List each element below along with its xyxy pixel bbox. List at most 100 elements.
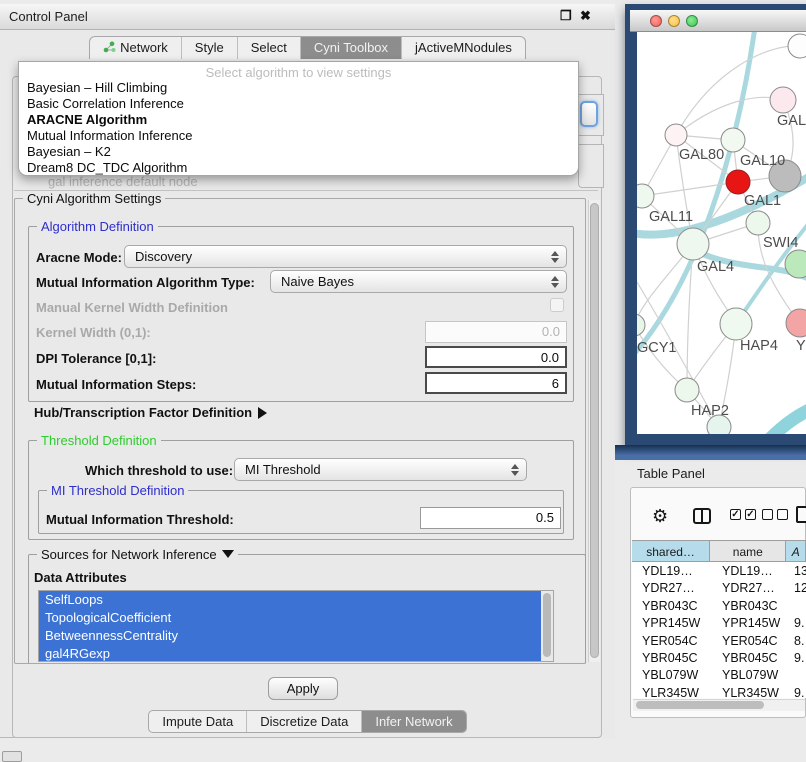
attributes-scrollbar-thumb[interactable] <box>543 593 551 657</box>
control-panel: Control Panel ❐ ✖ Network Style Select C… <box>0 4 615 738</box>
gear-icon[interactable]: ⚙ <box>652 506 668 527</box>
algorithm-option-dream8[interactable]: Dream8 DC_TDC Algorithm <box>19 160 578 176</box>
tab-network[interactable]: Network <box>90 37 182 59</box>
application-window: Control Panel ❐ ✖ Network Style Select C… <box>0 0 806 762</box>
float-window-icon[interactable]: ❐ <box>560 8 572 24</box>
tab-infer-network[interactable]: Infer Network <box>362 711 465 732</box>
hub-section-toggle[interactable]: Hub/Transcription Factor Definition <box>34 405 267 420</box>
aracne-mode-combo[interactable]: Discovery <box>124 245 567 268</box>
cell: YPR145W <box>632 614 712 631</box>
hub-section-label: Hub/Transcription Factor Definition <box>34 405 252 420</box>
node-hap4[interactable] <box>720 308 752 340</box>
mi-threshold-field[interactable]: 0.5 <box>420 507 561 529</box>
label-hap2: HAP2 <box>691 403 729 419</box>
cell: YDR27… <box>632 579 712 596</box>
table-toolbar: ⚙ ✓ ✓ <box>640 500 806 534</box>
minimize-traffic-light-icon[interactable] <box>668 15 680 27</box>
list-item-topologicalcoefficient[interactable]: TopologicalCoefficient <box>39 609 553 627</box>
node-gcy1[interactable] <box>637 314 645 336</box>
cell: YBR043C <box>712 597 790 614</box>
tab-select[interactable]: Select <box>238 37 301 59</box>
cell: 9. <box>790 614 806 631</box>
show-columns-icon[interactable]: ✓ ✓ <box>730 509 756 520</box>
node-swi4[interactable] <box>746 211 770 235</box>
table-row[interactable]: YDL19…YDL19…13 <box>632 562 806 579</box>
stepper-icon <box>510 463 519 477</box>
mi-type-label: Mutual Information Algorithm Type: <box>36 275 255 290</box>
control-panel-titlebar: Control Panel ❐ ✖ <box>0 4 615 30</box>
focused-combo-fragment[interactable] <box>580 101 598 127</box>
node-unlabeled[interactable] <box>788 34 806 58</box>
tab-network-label: Network <box>120 40 168 55</box>
label-gal11: GAL11 <box>649 209 693 225</box>
node-gal10[interactable] <box>721 128 745 152</box>
table-row[interactable]: YDR27…YDR27…12 <box>632 579 806 596</box>
table-row[interactable]: YBL079WYBL079W <box>632 666 806 683</box>
node-y-partial[interactable] <box>786 309 806 337</box>
algorithm-option-basic-correlation[interactable]: Basic Correlation Inference <box>19 96 578 112</box>
network-canvas[interactable]: GAL GAL80 GAL10 GAL1 GAL11 SWI4 GAL4 GCY… <box>637 32 806 434</box>
label-gcy1: GCY1 <box>637 340 677 356</box>
list-item-selfloops[interactable]: SelfLoops <box>39 591 553 609</box>
panel-corner-handle[interactable] <box>2 751 22 762</box>
column-header-partial[interactable]: A <box>786 541 806 562</box>
table-row[interactable]: YBR045CYBR045C9. <box>632 649 806 666</box>
node-gal4[interactable] <box>677 228 709 260</box>
algorithm-option-bayesian-hill-climbing[interactable]: Bayesian – Hill Climbing <box>19 80 578 96</box>
column-header-shared-name[interactable]: shared… <box>632 541 710 562</box>
table-row[interactable]: YER054CYER054C8. <box>632 632 806 649</box>
new-table-icon[interactable] <box>796 506 806 523</box>
table-panel-title: Table Panel <box>637 466 705 481</box>
network-view-window[interactable]: GAL GAL80 GAL10 GAL1 GAL11 SWI4 GAL4 GCY… <box>625 4 806 445</box>
zoom-traffic-light-icon[interactable] <box>686 15 698 27</box>
manual-kernel-checkbox[interactable] <box>550 298 564 312</box>
tab-impute-data[interactable]: Impute Data <box>149 711 247 732</box>
tab-discretize-data[interactable]: Discretize Data <box>247 711 362 732</box>
which-threshold-combo[interactable]: MI Threshold <box>234 458 527 481</box>
node-hap2[interactable] <box>675 378 699 402</box>
unchecked-box-icon <box>762 509 773 520</box>
apply-button[interactable]: Apply <box>268 677 338 700</box>
hide-columns-icon[interactable] <box>762 509 788 520</box>
kernel-width-field[interactable]: 0.0 <box>425 321 567 343</box>
mi-type-combo[interactable]: Naive Bayes <box>270 270 567 293</box>
desktop-background <box>615 445 806 460</box>
cell: YBR045C <box>632 649 712 666</box>
column-header-name[interactable]: name <box>710 541 786 562</box>
list-item-gal4rgexp[interactable]: gal4RGexp <box>39 645 553 662</box>
table-hscrollbar-thumb[interactable] <box>636 701 764 709</box>
label-gal1: GAL1 <box>744 193 781 209</box>
settings-scrollbar-thumb[interactable] <box>590 203 599 658</box>
tab-style[interactable]: Style <box>182 37 238 59</box>
data-attributes-list: SelfLoops TopologicalCoefficient Between… <box>38 590 554 662</box>
tab-cyni-toolbox[interactable]: Cyni Toolbox <box>301 37 402 59</box>
dpi-tolerance-field[interactable]: 0.0 <box>425 346 567 368</box>
label-gal80: GAL80 <box>679 147 724 163</box>
close-traffic-light-icon[interactable] <box>650 15 662 27</box>
mi-steps-field[interactable]: 6 <box>425 372 567 394</box>
control-panel-title: Control Panel <box>9 9 88 24</box>
table-row[interactable]: YBR043CYBR043C <box>632 597 806 614</box>
node-gal-partial[interactable] <box>770 87 796 113</box>
tab-select-label: Select <box>251 40 287 55</box>
cell: 13 <box>790 562 806 579</box>
columns-icon[interactable] <box>693 508 711 524</box>
table-row[interactable]: YPR145WYPR145W9. <box>632 614 806 631</box>
sources-group-title[interactable]: Sources for Network Inference <box>37 547 238 562</box>
cell <box>790 597 806 614</box>
tab-jactivemnodules[interactable]: jActiveMNodules <box>402 37 525 59</box>
algorithm-option-aracne[interactable]: ARACNE Algorithm <box>19 112 578 128</box>
label-y-partial: Y <box>796 338 806 354</box>
list-item-betweennesscentrality[interactable]: BetweennessCentrality <box>39 627 553 645</box>
label-gal4: GAL4 <box>697 259 734 275</box>
table-row[interactable]: YLR345WYLR345W9. <box>632 684 806 698</box>
network-icon <box>103 41 116 53</box>
algorithm-option-bayesian-k2[interactable]: Bayesian – K2 <box>19 144 578 160</box>
algorithm-option-mutual-information[interactable]: Mutual Information Inference <box>19 128 578 144</box>
algorithm-dropdown-placeholder: Select algorithm to view settings <box>19 62 578 80</box>
node-gal1-selected[interactable] <box>726 170 750 194</box>
close-panel-icon[interactable]: ✖ <box>580 8 591 24</box>
node-gal80[interactable] <box>665 124 687 146</box>
network-window-titlebar[interactable] <box>630 10 806 32</box>
aracne-mode-label: Aracne Mode: <box>36 250 122 265</box>
